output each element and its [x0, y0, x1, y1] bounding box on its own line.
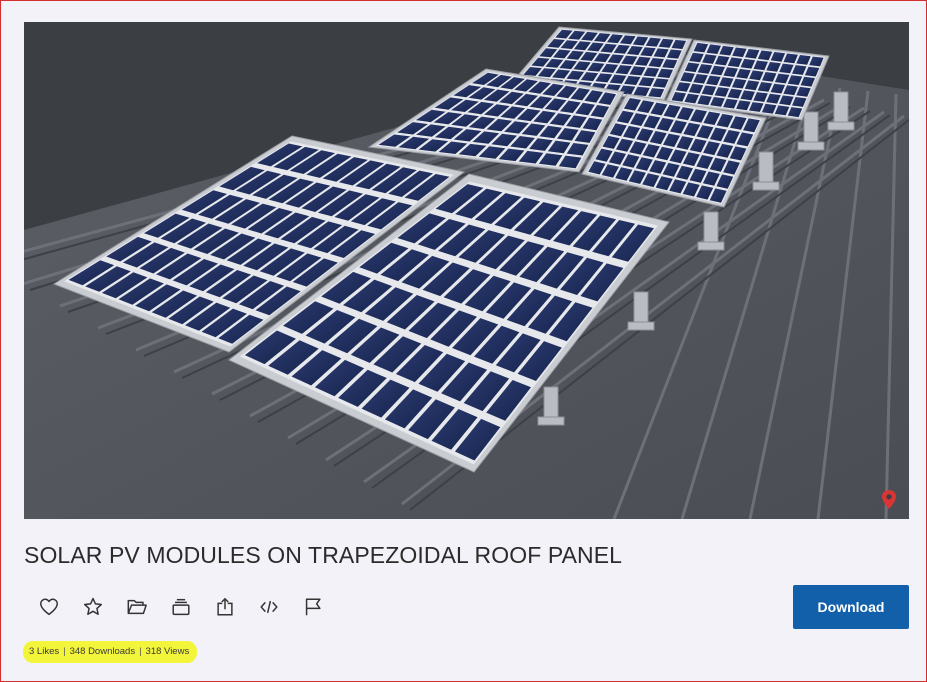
model-title: SOLAR PV MODULES ON TRAPEZOIDAL ROOF PAN…: [24, 542, 623, 568]
download-button[interactable]: Download: [793, 585, 909, 629]
collections-button[interactable]: [169, 595, 193, 619]
views-count: 318 Views: [145, 646, 190, 657]
flag-icon: [305, 598, 321, 616]
favorite-button[interactable]: [81, 595, 105, 619]
embed-button[interactable]: [257, 595, 281, 619]
collections-icon: [172, 598, 190, 616]
model-viewer[interactable]: [24, 22, 909, 519]
star-icon: [84, 597, 102, 615]
share-icon: [217, 597, 233, 616]
share-button[interactable]: [213, 595, 237, 619]
likes-count: 3 Likes: [29, 646, 60, 657]
model-stats: 3 Likes | 348 Downloads | 318 Views: [23, 641, 198, 663]
heart-icon: [40, 598, 58, 616]
stats-separator: |: [63, 646, 66, 657]
stats-separator: |: [139, 646, 142, 657]
location-pin-icon[interactable]: [879, 489, 899, 511]
folder-icon: [127, 599, 147, 615]
like-button[interactable]: [37, 595, 61, 619]
report-button[interactable]: [301, 595, 325, 619]
downloads-count: 348 Downloads: [69, 646, 136, 657]
add-to-folder-button[interactable]: [125, 595, 149, 619]
code-icon: [260, 600, 278, 614]
action-toolbar: [37, 595, 345, 619]
solar-panel-render: [24, 22, 909, 519]
